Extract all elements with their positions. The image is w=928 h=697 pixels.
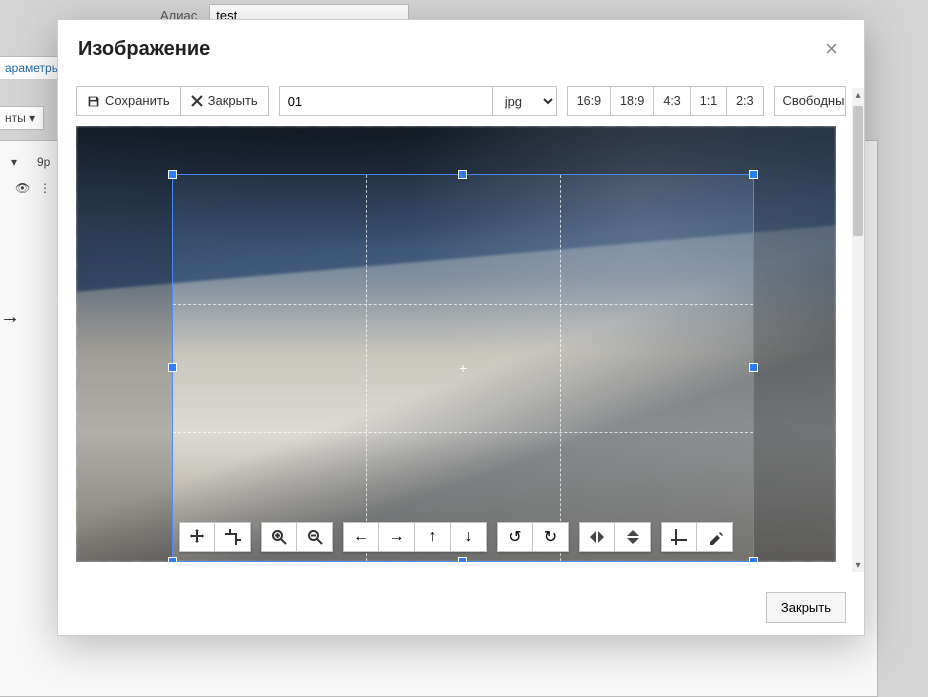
close-icon: [191, 95, 203, 107]
modal-header: Изображение ×: [58, 20, 864, 78]
tool-crop-select[interactable]: [215, 522, 251, 552]
tool-move[interactable]: [179, 522, 215, 552]
tool-clear[interactable]: [697, 522, 733, 552]
items-dropdown[interactable]: нты ▾: [0, 106, 44, 130]
modal-close-x[interactable]: ×: [819, 34, 844, 64]
crop-select-icon: [225, 529, 241, 545]
tool-move-left[interactable]: ←: [343, 522, 379, 552]
crop-handle-s[interactable]: [458, 557, 467, 562]
save-icon: [87, 95, 100, 108]
image-canvas[interactable]: +: [76, 126, 836, 562]
scroll-down-icon[interactable]: ▾: [852, 558, 864, 572]
image-editor-modal: Изображение × ▴ ▾ Сохранить Закрыть: [57, 19, 865, 636]
modal-title: Изображение: [78, 38, 210, 61]
arrow-up-icon: ↑: [429, 528, 437, 546]
save-button[interactable]: Сохранить: [76, 86, 181, 116]
ratio-18-9[interactable]: 18:9: [611, 86, 654, 116]
tool-zoom-in[interactable]: [261, 522, 297, 552]
arrow-right-icon: →: [389, 528, 405, 546]
side-expand-arrow[interactable]: →: [0, 306, 20, 329]
tool-rotate-ccw[interactable]: ↺: [497, 522, 533, 552]
tool-move-up[interactable]: ↑: [415, 522, 451, 552]
editor-bottom-toolbar: ← → ↑ ↓ ↺ ↻: [179, 522, 733, 552]
ratio-free[interactable]: Свободны: [774, 86, 846, 116]
editor-top-toolbar: Сохранить Закрыть jpg 16:9 18:9 4:3 1:1 …: [76, 78, 846, 126]
ratio-4-3[interactable]: 4:3: [654, 86, 690, 116]
tool-rotate-cw[interactable]: ↻: [533, 522, 569, 552]
ratio-1-1[interactable]: 1:1: [691, 86, 727, 116]
ratio-2-3[interactable]: 2:3: [727, 86, 763, 116]
modal-footer: Закрыть: [58, 580, 864, 635]
crop-handle-n[interactable]: [458, 170, 467, 179]
zoom-out-icon: [307, 529, 323, 545]
crop-center-icon: +: [457, 362, 469, 374]
crop-handle-nw[interactable]: [168, 170, 177, 179]
crop-box[interactable]: +: [172, 174, 754, 562]
grid-rows: 9p: [37, 155, 50, 169]
ratio-16-9[interactable]: 16:9: [567, 86, 611, 116]
clear-icon: [707, 529, 723, 545]
scroll-up-icon[interactable]: ▴: [852, 88, 864, 102]
footer-close-button[interactable]: Закрыть: [766, 592, 846, 623]
aspect-ratio-group: 16:9 18:9 4:3 1:1 2:3: [567, 86, 764, 116]
flip-h-icon: [589, 529, 605, 545]
crop-handle-ne[interactable]: [749, 170, 758, 179]
tool-crop-apply[interactable]: [661, 522, 697, 552]
tool-flip-horizontal[interactable]: [579, 522, 615, 552]
move-icon: [189, 529, 205, 545]
arrow-left-icon: ←: [353, 528, 369, 546]
extension-select[interactable]: jpg: [493, 86, 557, 116]
modal-body: ▴ ▾ Сохранить Закрыть jpg: [58, 78, 864, 580]
crop-handle-sw[interactable]: [168, 557, 177, 562]
arrow-down-icon: ↓: [465, 528, 473, 546]
rotate-ccw-icon: ↺: [508, 527, 521, 547]
filename-input[interactable]: [279, 86, 493, 116]
flip-v-icon: [625, 529, 641, 545]
tool-flip-vertical[interactable]: [615, 522, 651, 552]
scrollbar[interactable]: ▴ ▾: [852, 88, 864, 572]
crop-handle-w[interactable]: [168, 363, 177, 372]
tool-zoom-out[interactable]: [297, 522, 333, 552]
rotate-cw-icon: ↻: [544, 527, 557, 547]
close-button-top[interactable]: Закрыть: [181, 86, 269, 116]
grid-caret[interactable]: ▾: [11, 155, 17, 169]
scroll-thumb[interactable]: [853, 106, 863, 236]
zoom-in-icon: [271, 529, 287, 545]
crop-handle-e[interactable]: [749, 363, 758, 372]
tool-move-down[interactable]: ↓: [451, 522, 487, 552]
crop-icon: [671, 529, 687, 545]
crop-handle-se[interactable]: [749, 557, 758, 562]
tool-move-right[interactable]: →: [379, 522, 415, 552]
